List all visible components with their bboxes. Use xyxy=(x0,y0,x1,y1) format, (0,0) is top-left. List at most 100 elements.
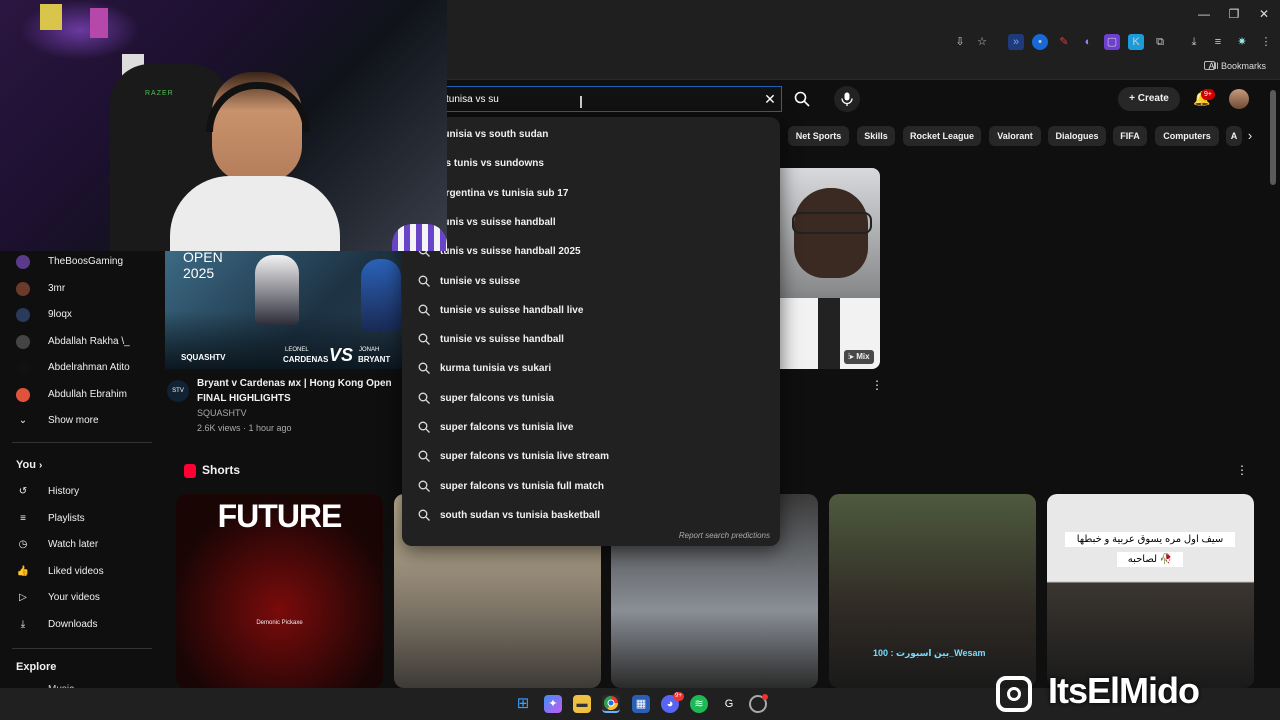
all-bookmarks-link[interactable]: All Bookmarks xyxy=(1208,61,1266,71)
short-thumbnail-1[interactable]: FUTURE Demonic Pickaxe xyxy=(176,494,383,688)
sidebar-item-your-videos[interactable]: ▷ Your videos xyxy=(0,585,160,611)
search-input[interactable] xyxy=(446,87,746,111)
video-title-line1[interactable]: Bryant v Cardenas ᴍx | Hong Kong Open xyxy=(197,378,392,389)
search-suggestion[interactable]: tunis vs suisse handball xyxy=(402,208,780,237)
sidebar-item-subscription[interactable]: Abdallah Rakha \_ xyxy=(0,329,160,355)
extension-icon-4[interactable]: ◐ xyxy=(1080,34,1096,50)
search-suggestion[interactable]: tunisie vs suisse handball live xyxy=(402,296,780,325)
chips-next-arrow-icon[interactable]: › xyxy=(1242,128,1258,144)
chip-rocket-league[interactable]: Rocket League xyxy=(903,126,981,146)
close-window-button[interactable]: ✕ xyxy=(1250,4,1278,24)
search-suggestion[interactable]: kurma tunisia vs sukari xyxy=(402,354,780,383)
search-icon xyxy=(418,392,430,404)
extensions-puzzle-icon[interactable]: ⧉ xyxy=(1152,34,1168,50)
search-icon xyxy=(794,91,810,107)
downloads-icon[interactable]: ⤓ xyxy=(1186,34,1202,50)
channel-avatar xyxy=(16,334,30,349)
chip-computers[interactable]: Computers xyxy=(1155,126,1219,146)
twitch-extension-icon[interactable]: ▢ xyxy=(1104,34,1120,50)
video-thumbnail-squash[interactable]: OPEN 2025 SQUASHTV LEONEL CARDENAS VS JO… xyxy=(165,251,402,369)
app-icon-g[interactable]: G xyxy=(720,695,738,713)
extension-icon-1[interactable]: » xyxy=(1008,34,1024,50)
clear-search-icon[interactable]: ✕ xyxy=(762,91,778,107)
history-icon: ↺ xyxy=(18,486,28,497)
short1-subtitle: Demonic Pickaxe xyxy=(256,620,303,626)
page-scrollbar[interactable] xyxy=(1270,90,1276,185)
file-explorer-icon[interactable]: ▬ xyxy=(573,695,591,713)
search-suggestion[interactable]: tunisie vs suisse xyxy=(402,267,780,296)
sidebar-item-watch-later[interactable]: ◷ Watch later xyxy=(0,532,160,558)
account-avatar[interactable] xyxy=(1229,89,1249,109)
extension-icon-k[interactable]: K xyxy=(1128,34,1144,50)
voice-search-button[interactable] xyxy=(834,86,860,112)
shorts-more-options-icon[interactable]: ⋮ xyxy=(1236,463,1248,477)
sidebar-item-playlists[interactable]: ≡ Playlists xyxy=(0,506,160,532)
search-suggestion[interactable]: super falcons vs tunisia xyxy=(402,384,780,413)
restore-window-button[interactable]: ❐ xyxy=(1220,4,1248,24)
chip-a[interactable]: A xyxy=(1226,126,1242,146)
sidebar-you-heading[interactable]: You › xyxy=(16,459,42,471)
sidebar-item-subscription[interactable]: Abdelrahman Atito xyxy=(0,355,160,381)
search-suggestion[interactable]: super falcons vs tunisia full match xyxy=(402,472,780,501)
suggestion-text: kurma tunisia vs sukari xyxy=(440,363,552,375)
extension-icon-2[interactable]: • xyxy=(1032,34,1048,50)
chevron-right-icon: › xyxy=(39,460,43,471)
sidebar-item-subscription[interactable]: TheBoosGaming xyxy=(0,249,160,275)
streamer-shirt xyxy=(170,176,340,251)
sidebar-item-downloads[interactable]: ⤓ Downloads xyxy=(0,612,160,638)
sidebar-item-history[interactable]: ↺ History xyxy=(0,479,160,505)
minimize-window-button[interactable]: — xyxy=(1190,4,1218,24)
search-button[interactable] xyxy=(788,86,816,112)
sidebar-item-liked-videos[interactable]: 👍 Liked videos xyxy=(0,559,160,585)
sidebar-item-subscription[interactable]: 9loqx xyxy=(0,302,160,328)
wall-poster-2 xyxy=(90,8,108,38)
video-thumbnail-mix[interactable]: ⫶▸ Mix xyxy=(780,168,880,369)
search-suggestion[interactable]: es tunis vs sundowns xyxy=(402,149,780,178)
install-app-icon[interactable]: ⇩ xyxy=(952,34,968,50)
microsoft-store-icon[interactable]: ▦ xyxy=(632,695,650,713)
search-suggestion[interactable]: tunis vs suisse handball 2025 xyxy=(402,237,780,266)
browser-menu-icon[interactable]: ⋮ xyxy=(1258,34,1274,50)
search-box[interactable] xyxy=(430,86,782,112)
playlists-icon: ≡ xyxy=(20,512,26,524)
suggestion-text: tunisie vs suisse xyxy=(440,275,521,287)
copilot-icon[interactable]: ✦ xyxy=(544,695,562,713)
search-suggestion[interactable]: super falcons vs tunisia live xyxy=(402,413,780,442)
short-thumbnail-5[interactable]: سيف اول مره يسوق عربية و خبطها لصاحبه 🥀 xyxy=(1047,494,1254,688)
windows-start-icon[interactable]: ⊞ xyxy=(514,695,532,713)
sidebar-item-subscription[interactable]: Abdullah Ebrahim xyxy=(0,382,160,408)
chip-fifa[interactable]: FIFA xyxy=(1113,126,1147,146)
chrome-taskbar-icon[interactable] xyxy=(602,695,620,713)
thumb-vs: VS xyxy=(329,345,354,365)
channel-avatar xyxy=(16,388,30,402)
channel-avatar-squashtv[interactable]: STV xyxy=(167,380,189,402)
show-more-button[interactable]: ⌄ Show more xyxy=(0,408,160,434)
video-channel-name[interactable]: SQUASHTV xyxy=(197,408,247,418)
extension-icon-3[interactable]: ✎ xyxy=(1056,34,1072,50)
mix-badge-label: Mix xyxy=(856,352,870,361)
suggestion-text: super falcons vs tunisia full match xyxy=(440,480,604,492)
suggestion-text: argentina vs tunisia sub 17 xyxy=(440,187,569,199)
search-suggestion[interactable]: tunisia vs south sudan xyxy=(402,120,780,149)
search-suggestion[interactable]: super falcons vs tunisia live stream xyxy=(402,442,780,471)
create-button[interactable]: + Create xyxy=(1118,87,1180,111)
sidebar-item-label: Abdelrahman Atito xyxy=(48,362,130,374)
video-title-line2[interactable]: FINAL HIGHLIGHTS xyxy=(197,393,291,404)
reading-list-icon[interactable]: ≡ xyxy=(1210,34,1226,50)
search-suggestion[interactable]: argentina vs tunisia sub 17 xyxy=(402,179,780,208)
search-suggestion[interactable]: tunisie vs suisse handball xyxy=(402,325,780,354)
search-icon xyxy=(418,304,430,316)
chip-valorant[interactable]: Valorant xyxy=(989,126,1041,146)
video-more-options-icon[interactable]: ⋮ xyxy=(871,378,883,392)
chip-net-sports[interactable]: Net Sports xyxy=(788,126,849,146)
sidebar-item-subscription[interactable]: 3mr xyxy=(0,276,160,302)
channel-avatar xyxy=(16,281,30,296)
extension-icon-5[interactable]: ✷ xyxy=(1234,34,1250,50)
search-suggestion[interactable]: south sudan vs tunisia basketball xyxy=(402,501,780,530)
short-thumbnail-4[interactable]: بين اسبورت : 100_Wesam xyxy=(829,494,1036,688)
spotify-icon[interactable]: ≋ xyxy=(690,695,708,713)
chip-skills[interactable]: Skills xyxy=(857,126,895,146)
chip-dialogues[interactable]: Dialogues xyxy=(1048,126,1106,146)
report-search-predictions-link[interactable]: Report search predictions xyxy=(679,531,770,540)
bookmark-star-icon[interactable]: ☆ xyxy=(974,34,990,50)
